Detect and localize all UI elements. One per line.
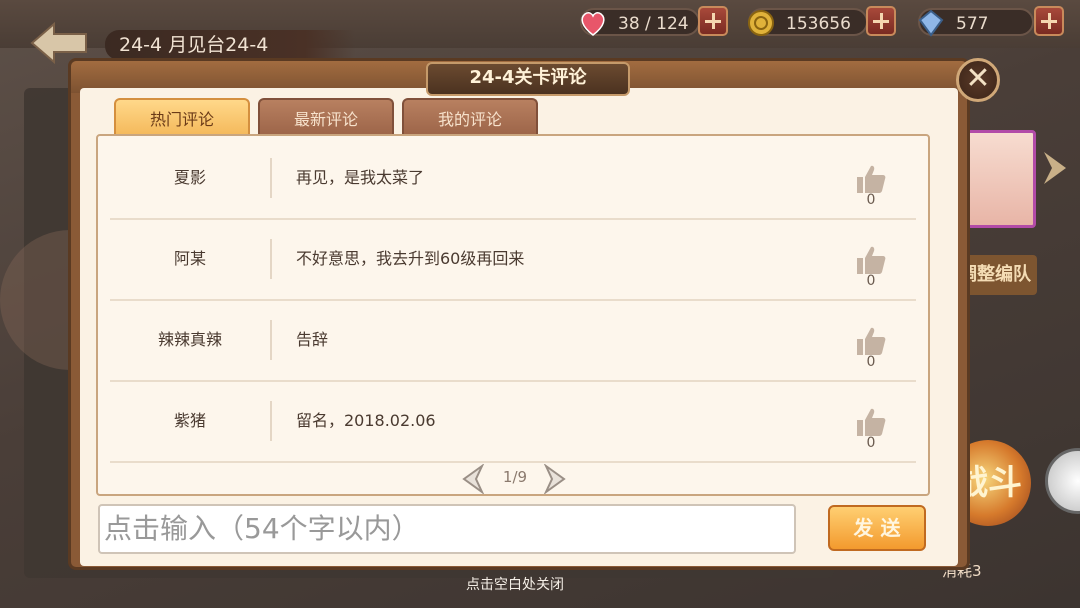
chevron-right-icon[interactable] <box>542 464 568 494</box>
add-gem-button[interactable] <box>1034 6 1064 36</box>
add-stamina-button[interactable] <box>698 6 728 36</box>
comment-row: 紫猪 留名，2018.02.06 0 <box>110 381 916 463</box>
heart-icon <box>581 12 605 36</box>
row-divider <box>270 239 272 279</box>
page-indicator: 1/9 <box>502 468 528 486</box>
like-count: 0 <box>866 354 876 370</box>
stamina-counter: 38 / 124 <box>580 8 700 36</box>
pagination: 1/9 <box>460 462 570 494</box>
row-divider <box>270 320 272 360</box>
comment-author: 阿某 <box>173 249 206 268</box>
add-gold-button[interactable] <box>866 6 896 36</box>
comment-author: 紫猪 <box>173 411 206 430</box>
row-divider <box>270 401 272 441</box>
thumbs-up-icon[interactable] <box>854 162 888 196</box>
gem-value: 577 <box>956 14 989 34</box>
dialog-title: 24-4关卡评论 <box>426 62 630 96</box>
comment-author: 辣辣真辣 <box>157 330 222 349</box>
comment-text: 留名，2018.02.06 <box>296 411 436 430</box>
gold-value: 153656 <box>786 14 851 34</box>
tab-hot-comments[interactable]: 热门评论 <box>114 98 250 136</box>
like-count: 0 <box>866 273 876 289</box>
gold-counter: 153656 <box>748 8 868 36</box>
comment-author: 夏影 <box>173 168 206 187</box>
tab-my-comments[interactable]: 我的评论 <box>402 98 538 136</box>
stamina-value: 38 / 124 <box>618 14 689 34</box>
send-button[interactable]: 发 送 <box>828 505 926 551</box>
stage-title: 24-4 月见台24-4 <box>105 30 355 60</box>
close-icon[interactable]: ✕ <box>956 58 1000 102</box>
gold-coin-icon <box>748 10 774 36</box>
row-divider <box>270 158 272 198</box>
chevron-right-icon[interactable] <box>1038 148 1072 188</box>
comment-row: 阿某 不好意思，我去升到60级再回来 0 <box>110 219 916 301</box>
comment-text: 告辞 <box>296 330 329 349</box>
like-count: 0 <box>866 435 876 451</box>
thumbs-up-icon[interactable] <box>854 405 888 439</box>
comment-row: 辣辣真辣 告辞 0 <box>110 300 916 382</box>
gem-icon <box>918 9 944 37</box>
gem-counter: 577 <box>918 8 1034 37</box>
thumbs-up-icon[interactable] <box>854 243 888 277</box>
comment-row: 夏影 再见，是我太菜了 0 <box>110 138 916 220</box>
thumbs-up-icon[interactable] <box>854 324 888 358</box>
floating-assist-button[interactable] <box>1045 448 1080 514</box>
tab-latest-comments[interactable]: 最新评论 <box>258 98 394 136</box>
comment-input[interactable]: 点击输入（54个字以内） <box>98 504 796 554</box>
like-count: 0 <box>866 192 876 208</box>
close-hint: 点击空白处关闭 <box>466 577 564 593</box>
comment-text: 不好意思，我去升到60级再回来 <box>296 249 525 268</box>
chevron-left-icon[interactable] <box>460 464 486 494</box>
comment-text: 再见，是我太菜了 <box>296 168 425 187</box>
